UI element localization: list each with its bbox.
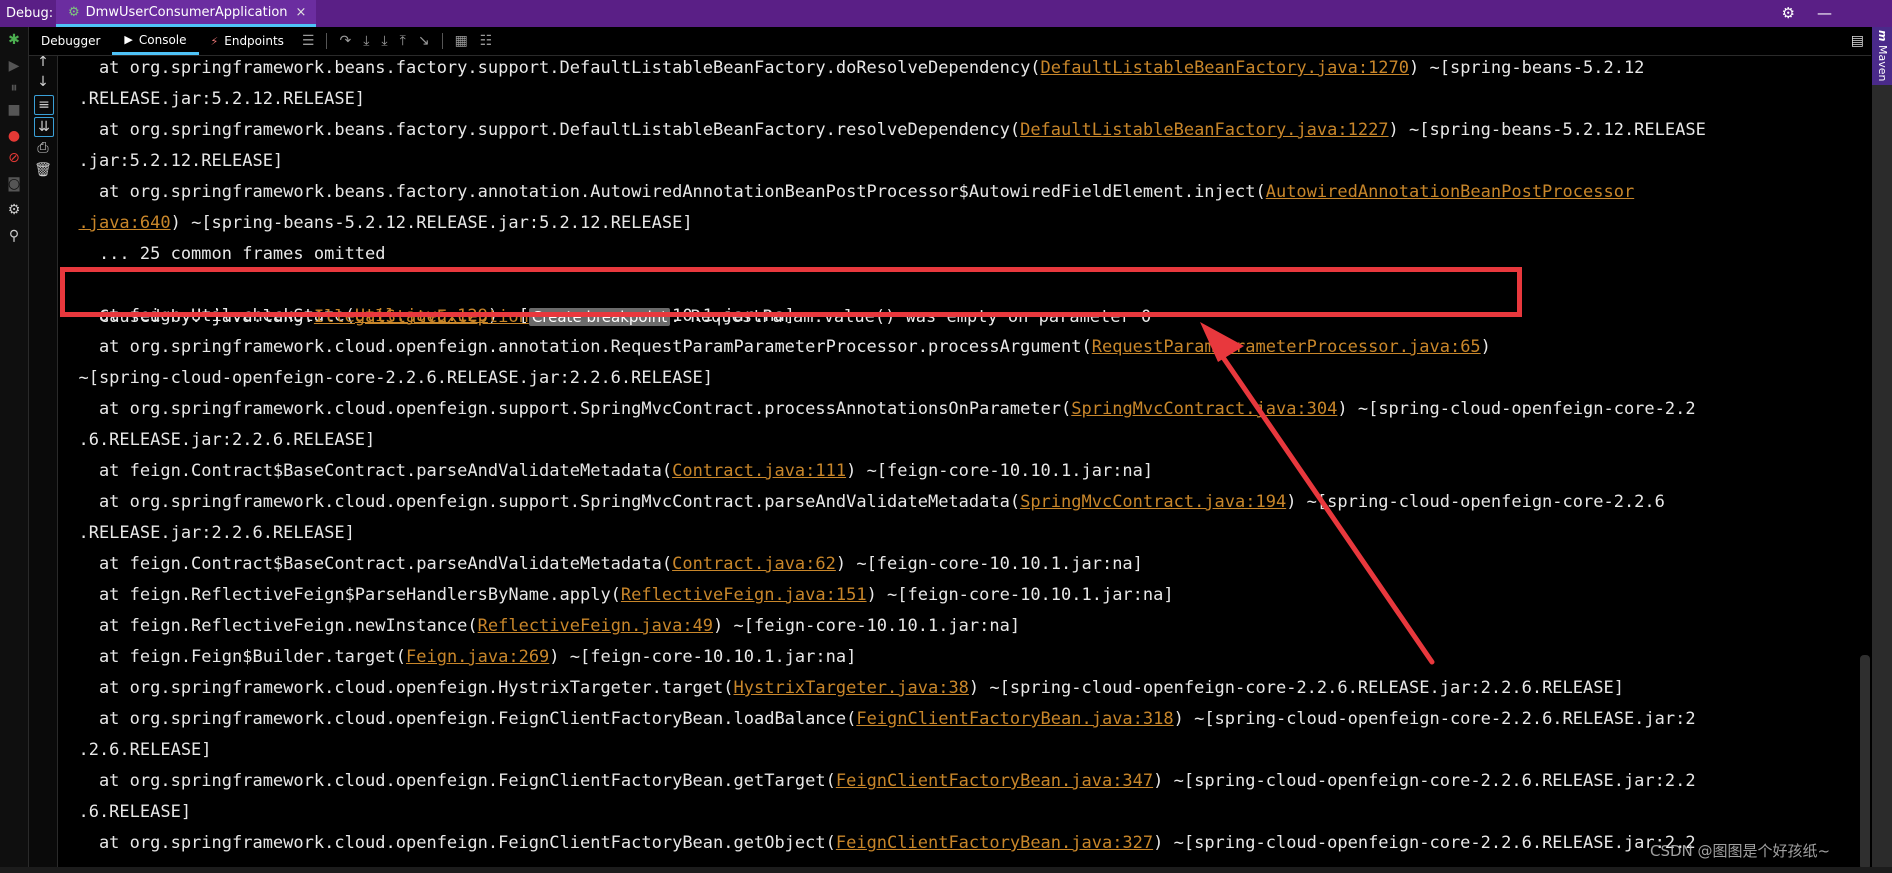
bottom-status-bar [0, 867, 1892, 873]
watermark: CSDN @图图是个好孩纸~ [1650, 842, 1831, 860]
arrow-head [1200, 322, 1244, 362]
arrow-shaft [1215, 347, 1435, 665]
vertical-scrollbar[interactable] [1860, 655, 1870, 870]
annotation-arrow [1200, 322, 1435, 665]
